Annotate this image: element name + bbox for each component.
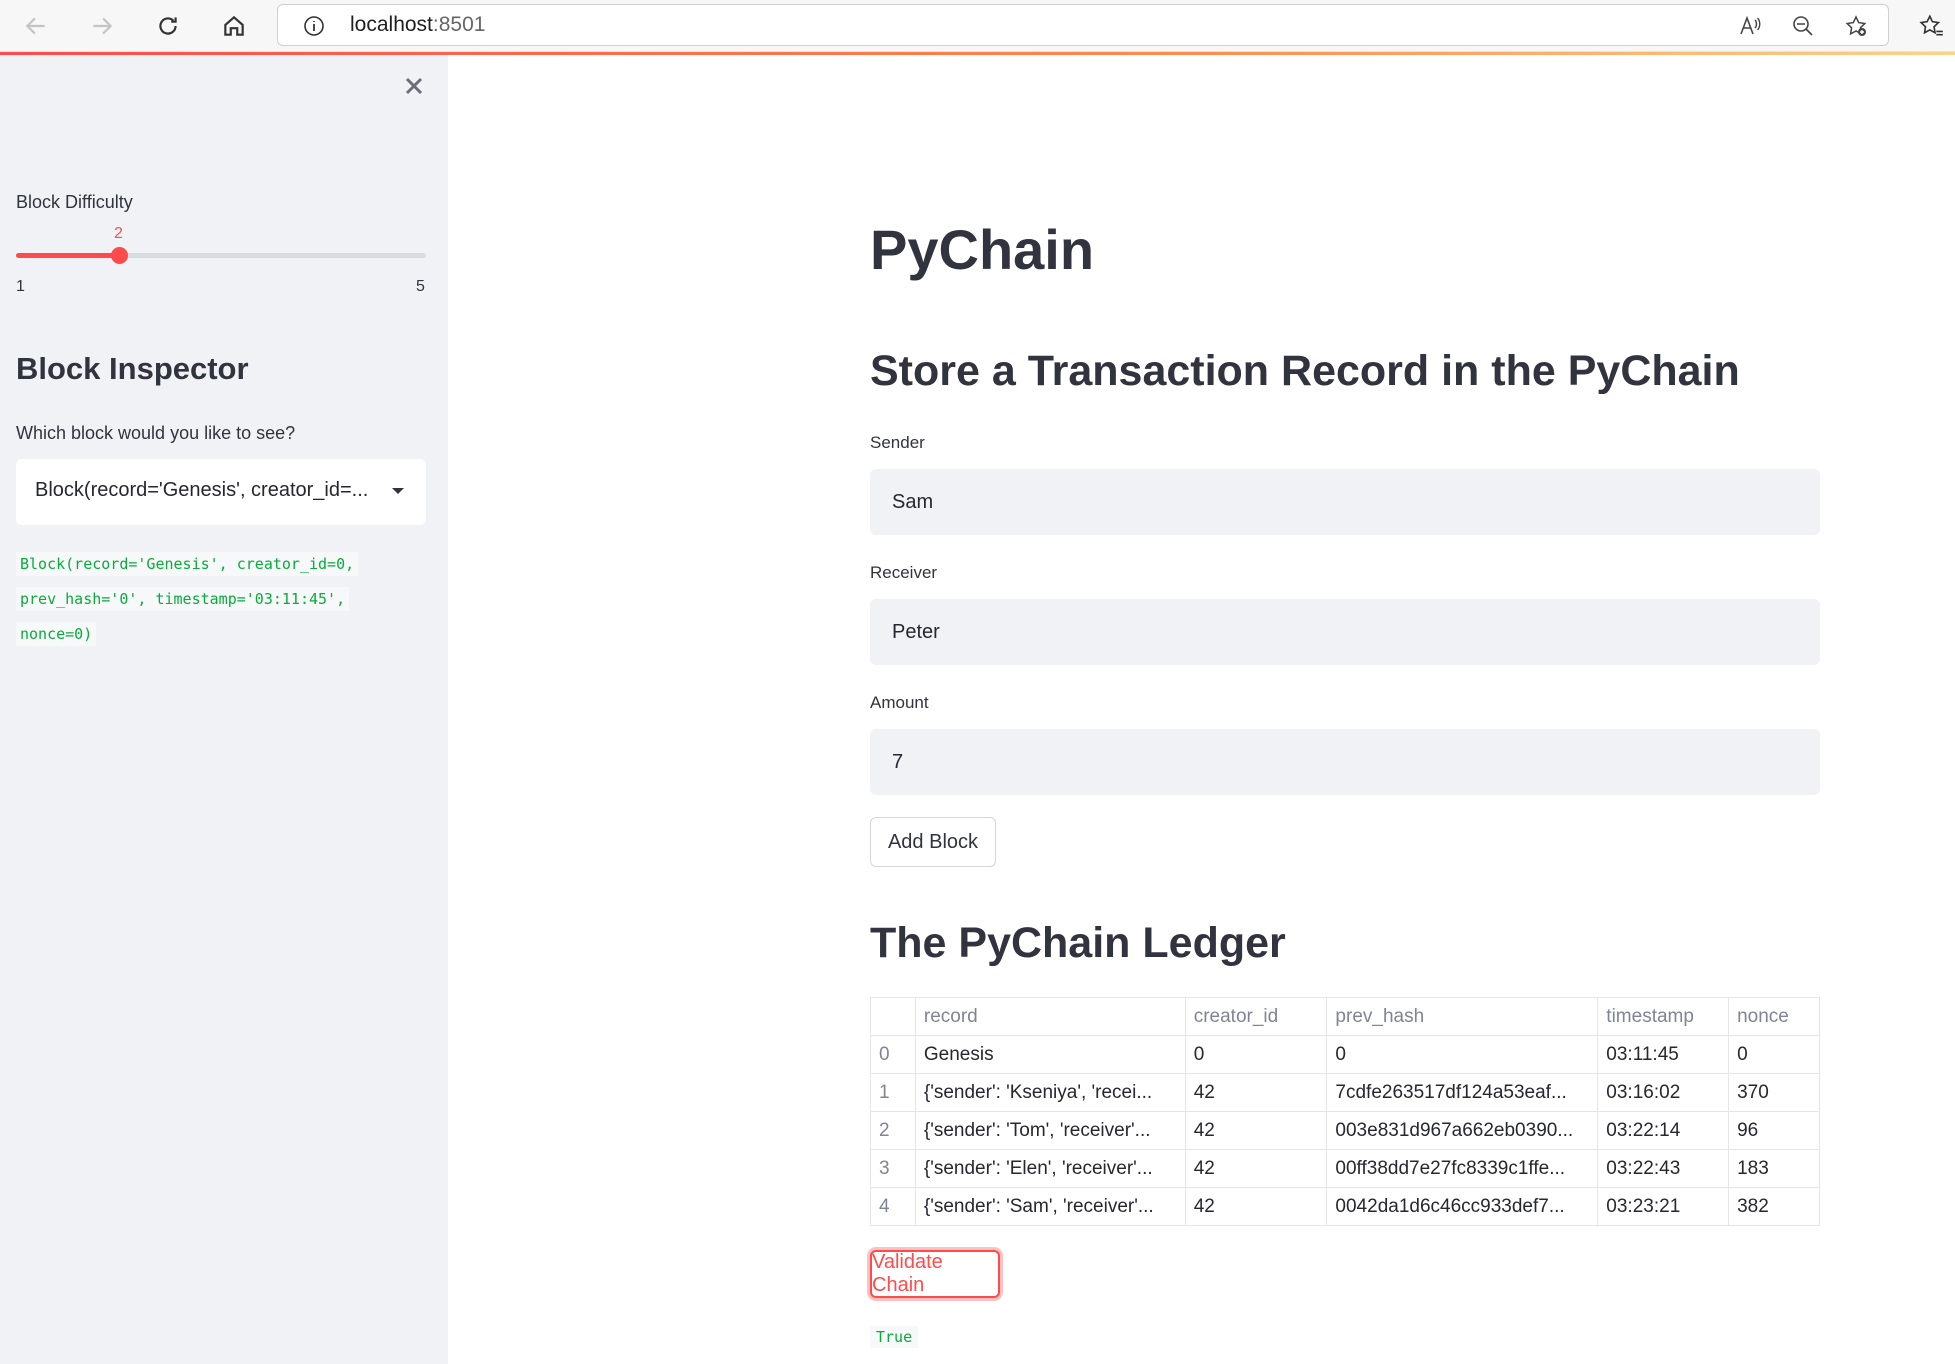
table-cell: 183 [1728,1149,1820,1188]
code-line: nonce=0) [16,622,97,646]
address-bar[interactable]: localhost:8501 [277,4,1889,46]
code-line: prev_hash='0', timestamp='03:11:45', [16,587,350,611]
table-cell: Genesis [914,1035,1186,1074]
validate-chain-button[interactable]: Validate Chain [870,1250,1000,1298]
table-cell: {'sender': 'Tom', 'receiver'... [914,1111,1186,1150]
back-arrow-icon [25,17,45,35]
refresh-icon [159,17,177,35]
row-index: 3 [870,1149,916,1188]
column-header[interactable]: creator_id [1184,997,1328,1036]
receiver-input[interactable]: Peter [870,599,1820,665]
amount-input[interactable]: 7 [870,729,1820,795]
table-cell: {'sender': 'Elen', 'receiver'... [914,1149,1186,1188]
refresh-button[interactable] [148,6,188,46]
table-cell: 382 [1728,1187,1820,1226]
row-index: 4 [870,1187,916,1226]
validation-result: True [870,1326,919,1348]
block-details-code: Block(record='Genesis', creator_id=0, pr… [16,547,436,652]
column-header[interactable]: nonce [1728,997,1820,1036]
table-row[interactable]: 3 {'sender': 'Elen', 'receiver'... 42 00ff3… [870,1149,1820,1188]
row-index: 0 [870,1035,916,1074]
table-cell: 00ff38dd7e27fc8339c1ffe... [1326,1149,1599,1188]
table-row[interactable]: 2 {'sender': 'Tom', 'receiver'... 42 003e83… [870,1111,1820,1150]
table-cell: 370 [1728,1073,1820,1112]
block-select[interactable]: Block(record='Genesis', creator_id=... [16,459,426,525]
table-row[interactable]: 0 Genesis 0 0 03:11:45 0 [870,1035,1820,1074]
ledger-table[interactable]: record creator_id prev_hash timestamp nonce … [870,997,1820,1226]
table-cell: 03:23:21 [1597,1187,1730,1226]
code-line: Block(record='Genesis', creator_id=0, [16,552,359,576]
page-title: PyChain [870,218,1095,281]
amount-label: Amount [870,693,929,712]
site-info-icon[interactable] [302,14,326,38]
table-cell: 7cdfe263517df124a53eaf... [1326,1073,1599,1112]
column-header[interactable]: timestamp [1597,997,1730,1036]
table-cell: 42 [1184,1149,1328,1188]
home-icon [224,15,244,36]
table-cell: 0042da1d6c46cc933def7... [1326,1187,1599,1226]
dropdown-caret-icon [392,488,404,494]
row-index: 1 [870,1073,916,1112]
slider-fill [16,253,119,258]
close-icon [405,77,423,95]
table-cell: 03:22:43 [1597,1149,1730,1188]
table-cell: {'sender': 'Kseniya', 'recei... [914,1073,1186,1112]
table-row[interactable]: 4 {'sender': 'Sam', 'receiver'... 42 0042da… [870,1187,1820,1226]
sender-input[interactable]: Sam [870,469,1820,535]
table-cell: 03:22:14 [1597,1111,1730,1150]
store-heading: Store a Transaction Record in the PyChai… [870,347,1740,395]
browser-toolbar: localhost:8501 [0,0,1955,52]
table-cell: 42 [1184,1187,1328,1226]
slider-thumb[interactable] [110,247,128,264]
block-inspector-heading: Block Inspector [16,351,249,386]
slider-value: 2 [114,225,123,242]
receiver-label: Receiver [870,563,938,582]
forward-arrow-icon [93,17,113,35]
table-cell: 96 [1728,1111,1820,1150]
forward-button[interactable] [82,6,122,46]
add-favorite-icon[interactable] [1843,13,1869,39]
table-cell: 42 [1184,1111,1328,1150]
table-row[interactable]: 1 {'sender': 'Kseniya', 'recei... 42 7cdfe2… [870,1073,1820,1112]
block-select-label: Which block would you like to see? [16,423,296,443]
table-header-row: record creator_id prev_hash timestamp nonce [870,997,1820,1036]
home-button[interactable] [214,6,254,46]
table-cell: 0 [1326,1035,1599,1074]
table-cell: 03:16:02 [1597,1073,1730,1112]
zoom-out-icon[interactable] [1790,13,1816,39]
difficulty-label: Block Difficulty [16,192,133,212]
row-index: 2 [870,1111,916,1150]
difficulty-slider[interactable]: 2 [16,225,426,264]
add-block-button[interactable]: Add Block [870,817,996,867]
column-header[interactable]: prev_hash [1326,997,1599,1036]
table-cell: 0 [1184,1035,1328,1074]
column-header[interactable]: record [914,997,1186,1036]
back-button[interactable] [16,6,56,46]
table-cell: {'sender': 'Sam', 'receiver'... [914,1187,1186,1226]
url-text: localhost:8501 [350,13,486,36]
column-header[interactable] [870,997,916,1036]
read-aloud-icon[interactable] [1737,13,1763,39]
block-select-value: Block(record='Genesis', creator_id=... [35,479,369,501]
sidebar: Block Difficulty 2 1 5 Block Inspector W… [0,55,448,1364]
favorites-button[interactable] [1912,6,1952,46]
close-sidebar-button[interactable] [400,72,428,100]
favorites-star-icon [1919,14,1943,36]
ledger-heading: The PyChain Ledger [870,919,1286,967]
table-cell: 003e831d967a662eb0390... [1326,1111,1599,1150]
table-cell: 0 [1728,1035,1820,1074]
sender-label: Sender [870,433,925,452]
slider-max-label: 5 [416,278,425,295]
slider-min-label: 1 [16,278,25,295]
main-content: PyChain Store a Transaction Record in th… [448,55,1955,1364]
table-cell: 42 [1184,1073,1328,1112]
table-cell: 03:11:45 [1597,1035,1730,1074]
